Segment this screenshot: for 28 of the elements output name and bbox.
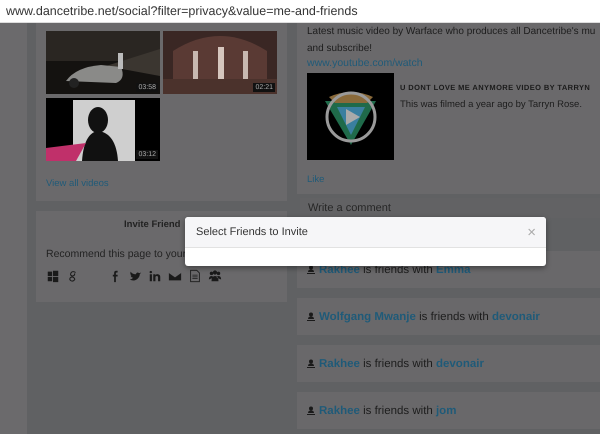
user-link[interactable]: jom <box>436 404 456 416</box>
activity-text: Rakhee is friends with jom <box>319 404 456 416</box>
person-icon <box>307 406 315 415</box>
user-link[interactable]: Rakhee <box>319 404 360 416</box>
user-link[interactable]: devonair <box>492 310 540 322</box>
post-text: Latest music video by Warface who produces all Dancetribe's mu <box>307 25 596 39</box>
document-icon[interactable] <box>188 269 202 283</box>
person-icon <box>307 359 315 368</box>
like-link[interactable]: Like <box>307 174 324 185</box>
video-description: This was filmed a year ago by Tarryn Rose. <box>400 99 583 110</box>
group-icon[interactable] <box>208 269 222 283</box>
post-text: and subscribe! <box>307 42 374 56</box>
youtube-link[interactable]: www.youtube.com/watch <box>307 57 423 69</box>
invite-text: Recommend this page to your <box>46 248 188 260</box>
user-link[interactable]: Rakhee <box>319 358 360 370</box>
person-icon <box>307 312 315 321</box>
user-link[interactable]: devonair <box>436 358 484 370</box>
close-button[interactable]: × <box>527 224 536 240</box>
dialog-title: Select Friends to Invite <box>196 226 308 238</box>
windows-icon[interactable] <box>46 269 60 283</box>
person-icon <box>307 265 315 274</box>
activity-text: Rakhee is friends with devonair <box>319 358 484 370</box>
view-all-videos-link[interactable]: View all videos <box>46 178 109 189</box>
activity-text: Wolfgang Mwanje is friends with devonair <box>319 310 540 322</box>
linkedin-icon[interactable] <box>148 269 162 283</box>
user-link[interactable]: Wolfgang Mwanje <box>319 310 416 322</box>
twitter-icon[interactable] <box>128 269 142 283</box>
invite-title: Invite Friend <box>123 219 182 230</box>
